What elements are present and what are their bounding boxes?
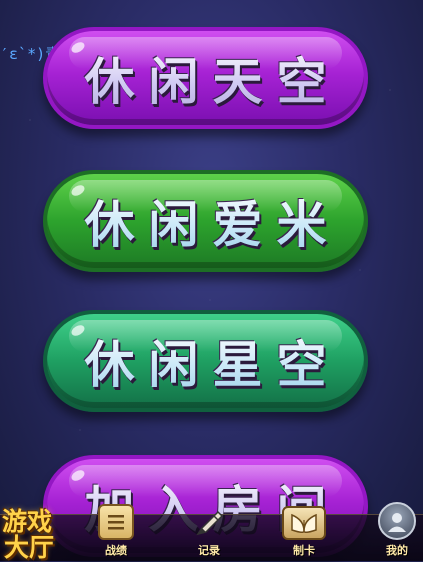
nav-label: 制卡 — [293, 544, 315, 557]
nav-label: 我的 — [386, 544, 408, 557]
card-book-icon — [282, 506, 326, 540]
nav-item-wode[interactable]: 我的 — [378, 502, 416, 558]
menu-button-label: 休闲爱米 — [71, 185, 341, 257]
nav-item-zhika[interactable]: 制卡 — [282, 506, 326, 558]
menu-button-xiuxian-tiankong[interactable]: 休闲天空 — [43, 27, 368, 129]
nav-item-jilu[interactable]: 记录 — [192, 506, 226, 558]
game-lobby-logo: 游戏 大厅 — [2, 507, 55, 562]
nav-item-zhanji[interactable]: 战绩 — [98, 504, 134, 558]
nav-label: 战绩 — [105, 544, 127, 557]
menu-button-label: 休闲天空 — [71, 42, 341, 114]
nav-label: 记录 — [198, 544, 220, 557]
pen-icon — [192, 506, 226, 540]
menu-button-xiuxian-xingkong[interactable]: 休闲星空 — [43, 310, 368, 412]
avatar-icon — [378, 502, 416, 540]
menu-button-xiuxian-aimi[interactable]: 休闲爱米 — [43, 170, 368, 272]
scroll-icon — [98, 504, 134, 540]
menu-button-label: 休闲星空 — [71, 325, 341, 397]
